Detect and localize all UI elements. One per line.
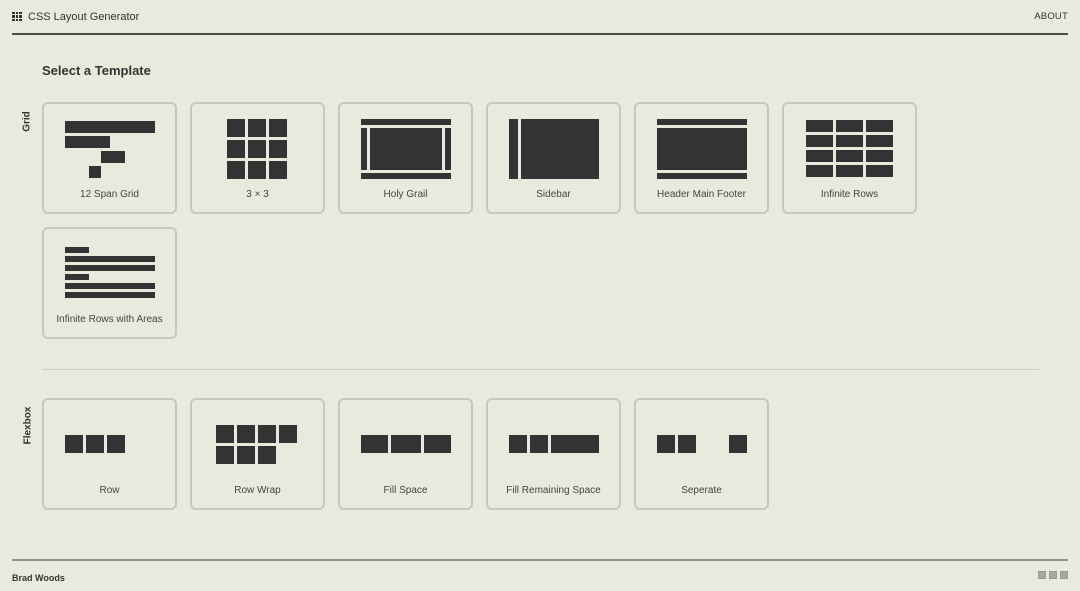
fill-space-icon (340, 400, 471, 490)
template-label: Fill Space (383, 485, 428, 496)
template-card-header-main-footer[interactable]: Header Main Footer (634, 102, 769, 214)
template-card-fill-remaining-space[interactable]: Fill Remaining Space (486, 398, 621, 510)
template-label: Sidebar (536, 189, 571, 200)
theme-swatch-2[interactable] (1049, 571, 1057, 579)
theme-swatch-3[interactable] (1060, 571, 1068, 579)
header: CSS Layout Generator ABOUT (12, 0, 1068, 35)
row-wrap-icon (192, 400, 323, 490)
section-label-flexbox: Flexbox (22, 406, 34, 445)
seperate-icon (636, 400, 767, 490)
section-label-grid: Grid (21, 111, 33, 132)
template-card-holy-grail[interactable]: Holy Grail (338, 102, 473, 214)
three-by-three-icon (192, 104, 323, 194)
theme-swatch-1[interactable] (1038, 571, 1046, 579)
template-card-fill-space[interactable]: Fill Space (338, 398, 473, 510)
template-card-3x3[interactable]: 3 × 3 (190, 102, 325, 214)
fill-remaining-space-icon (488, 400, 619, 490)
row-icon (44, 400, 175, 490)
grid-icon (12, 11, 22, 22)
about-link[interactable]: ABOUT (1034, 11, 1068, 22)
infinite-rows-icon (784, 104, 915, 194)
template-label: Infinite Rows with Areas (56, 314, 163, 325)
template-label: 12 Span Grid (80, 189, 139, 200)
sidebar-icon (488, 104, 619, 194)
section-divider (42, 369, 1039, 370)
template-label: Holy Grail (383, 189, 428, 200)
template-card-12-span-grid[interactable]: 12 Span Grid (42, 102, 177, 214)
template-label: Row (99, 485, 120, 496)
template-label: 3 × 3 (246, 189, 269, 200)
page-title: Select a Template (42, 63, 151, 78)
template-card-row-wrap[interactable]: Row Wrap (190, 398, 325, 510)
header-main-footer-icon (636, 104, 767, 194)
theme-swatches (1038, 571, 1068, 579)
twelve-span-grid-icon (44, 104, 175, 194)
template-card-infinite-rows-with-areas[interactable]: Infinite Rows with Areas (42, 227, 177, 339)
footer-divider (12, 559, 1068, 561)
template-card-seperate[interactable]: Seperate (634, 398, 769, 510)
grid-templates: 12 Span Grid 3 × 3 Holy Grail Sidebar He… (42, 102, 922, 339)
template-label: Infinite Rows (820, 189, 879, 200)
flexbox-templates: Row Row Wrap Fill Space Fill Remaining S (42, 398, 922, 510)
app-title: CSS Layout Generator (28, 10, 140, 23)
template-card-sidebar[interactable]: Sidebar (486, 102, 621, 214)
holy-grail-icon (340, 104, 471, 194)
template-label: Seperate (681, 485, 722, 496)
author-name: Brad Woods (12, 573, 65, 583)
brand[interactable]: CSS Layout Generator (12, 11, 139, 23)
template-label: Fill Remaining Space (506, 485, 601, 496)
template-label: Header Main Footer (657, 189, 746, 200)
template-label: Row Wrap (234, 485, 281, 496)
template-card-infinite-rows[interactable]: Infinite Rows (782, 102, 917, 214)
infinite-rows-areas-icon (44, 229, 175, 319)
template-card-row[interactable]: Row (42, 398, 177, 510)
